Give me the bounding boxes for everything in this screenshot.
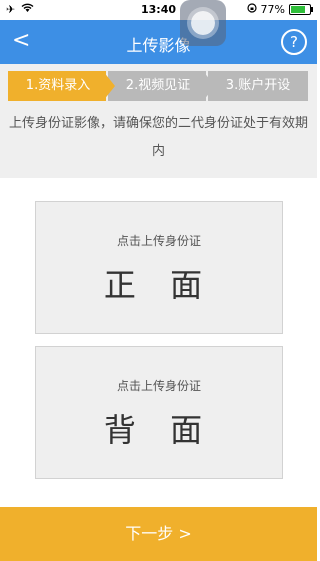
upload-id-front[interactable]: 点击上传身份证 正 面 — [35, 201, 283, 334]
step-arrow-icon — [103, 71, 115, 101]
step-3: 3.账户开设 — [208, 71, 308, 101]
status-right: 77% — [246, 3, 313, 16]
id-side-label: 背 面 — [103, 411, 215, 449]
step-1: 1.资料录入 — [8, 71, 108, 101]
upload-id-back[interactable]: 点击上传身份证 背 面 — [35, 346, 283, 479]
step-progress: 1.资料录入 2.视频见证 3.账户开设 — [0, 64, 317, 110]
id-side-label: 正 面 — [103, 266, 215, 304]
next-step-button[interactable]: 下一步 > — [0, 507, 317, 561]
page-title: 上传影像 — [126, 36, 191, 55]
upload-hint: 点击上传身份证 — [116, 379, 201, 393]
assistive-touch-button[interactable] — [180, 0, 226, 46]
help-button[interactable]: ? — [281, 29, 307, 55]
lock-rotation-icon — [246, 3, 257, 16]
id-validity-notice: 上传身份证影像，请确保您的二代身份证处于有效期内 — [0, 110, 317, 178]
step-2: 2.视频见证 — [108, 71, 208, 101]
upload-hint: 点击上传身份证 — [116, 234, 201, 248]
battery-icon — [289, 4, 313, 15]
step-arrow-icon — [203, 71, 215, 101]
battery-percent: 77% — [260, 3, 285, 16]
nav-bar: < 上传影像 ? — [0, 20, 317, 64]
status-bar: ✈ 13:40 77% — [0, 0, 317, 20]
